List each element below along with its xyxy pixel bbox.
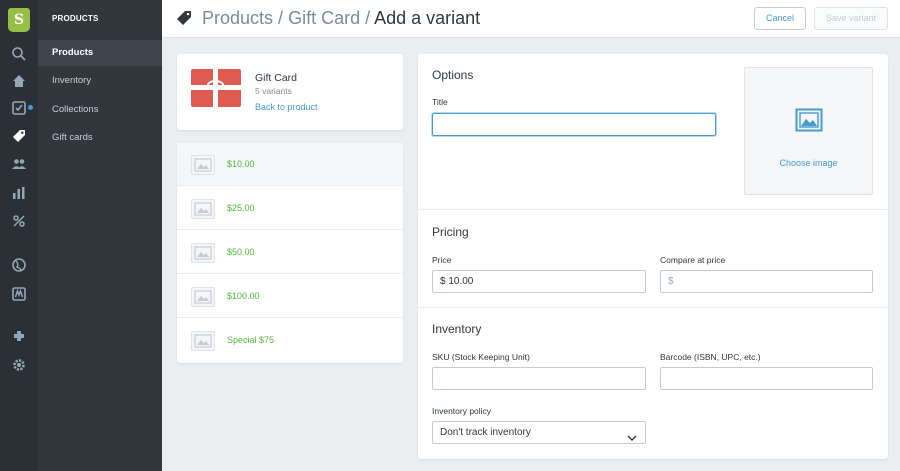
barcode-label: Barcode (ISBN, UPC, etc.) <box>660 352 761 362</box>
image-placeholder-icon <box>191 199 215 219</box>
image-placeholder-icon <box>191 331 215 351</box>
home-icon[interactable] <box>11 73 27 89</box>
variant-row[interactable]: $50.00 <box>177 231 403 274</box>
notification-dot <box>28 105 33 110</box>
breadcrumb-separator: / <box>273 8 289 28</box>
save-variant-button[interactable]: Save variant <box>814 7 888 30</box>
inventory-policy-label: Inventory policy <box>432 406 492 416</box>
options-heading: Options <box>432 68 474 82</box>
secondary-nav: PRODUCTS Products Inventory Collections … <box>38 0 162 471</box>
settings-icon[interactable] <box>11 357 27 373</box>
variant-label: $25.00 <box>227 203 255 213</box>
product-summary-card: Gift Card 5 variants Back to product <box>177 54 403 130</box>
variant-row[interactable]: $100.00 <box>177 275 403 318</box>
image-placeholder-icon <box>191 287 215 307</box>
variant-label: $100.00 <box>227 291 260 301</box>
product-name: Gift Card <box>255 72 298 84</box>
compare-at-price-label: Compare at price <box>660 255 726 265</box>
plugin-icon[interactable] <box>11 328 27 344</box>
compare-at-price-placeholder: $ <box>668 276 674 287</box>
reports-icon[interactable] <box>11 185 27 201</box>
search-icon[interactable] <box>11 46 27 62</box>
discounts-icon[interactable] <box>11 213 27 229</box>
back-to-product-link[interactable]: Back to product <box>255 102 318 112</box>
tag-icon <box>176 10 192 26</box>
barcode-input[interactable] <box>660 367 873 390</box>
variant-form-card: Options Title Choose image Pricing Price… <box>418 54 888 459</box>
gift-card-thumbnail <box>191 69 241 107</box>
customers-icon[interactable] <box>11 156 27 172</box>
page-header: Products / Gift Card / Add a variant Can… <box>162 0 900 38</box>
compare-at-price-input[interactable]: $ <box>660 270 873 293</box>
icon-rail: S <box>0 0 38 471</box>
variant-row[interactable]: Special $75 <box>177 319 403 362</box>
breadcrumb-separator: / <box>360 8 375 28</box>
image-placeholder-icon <box>191 155 215 175</box>
variant-label: $50.00 <box>227 247 255 257</box>
breadcrumb: Products / Gift Card / Add a variant <box>202 8 480 29</box>
globe-icon[interactable] <box>11 257 27 273</box>
orders-icon[interactable] <box>11 100 27 116</box>
shopify-logo-icon[interactable]: S <box>8 8 30 32</box>
inventory-policy-select[interactable]: Don't track inventory <box>432 421 646 444</box>
variants-list: $10.00 $25.00 $50.00 $100.00 Special $75 <box>177 143 403 363</box>
chevron-down-icon <box>627 429 637 441</box>
nav-item-collections[interactable]: Collections <box>38 97 162 123</box>
pricing-heading: Pricing <box>432 225 469 239</box>
variant-row[interactable]: $25.00 <box>177 187 403 230</box>
price-label: Price <box>432 255 452 265</box>
page-title: Add a variant <box>374 8 481 28</box>
apps-icon[interactable] <box>11 286 27 302</box>
nav-item-inventory[interactable]: Inventory <box>38 68 162 94</box>
nav-item-products[interactable]: Products <box>38 40 162 66</box>
section-divider <box>418 209 888 210</box>
breadcrumb-gift-card[interactable]: Gift Card <box>288 8 360 28</box>
sku-input[interactable] <box>432 367 646 390</box>
tag-icon[interactable] <box>11 128 27 144</box>
variant-label: Special $75 <box>227 335 275 345</box>
nav-item-gift-cards[interactable]: Gift cards <box>38 125 162 151</box>
variant-row[interactable]: $10.00 <box>177 143 403 186</box>
title-input[interactable] <box>432 113 716 136</box>
inventory-heading: Inventory <box>432 322 482 336</box>
cancel-button[interactable]: Cancel <box>754 7 806 30</box>
choose-image-dropzone[interactable]: Choose image <box>744 67 873 195</box>
choose-image-link[interactable]: Choose image <box>745 158 872 168</box>
section-divider <box>418 307 888 308</box>
image-icon <box>795 108 823 132</box>
nav-header: PRODUCTS <box>52 14 99 23</box>
image-placeholder-icon <box>191 243 215 263</box>
inventory-policy-value: Don't track inventory <box>440 427 531 438</box>
title-label: Title <box>432 97 448 107</box>
breadcrumb-products[interactable]: Products <box>202 8 273 28</box>
sku-label: SKU (Stock Keeping Unit) <box>432 352 530 362</box>
price-input[interactable]: $ 10.00 <box>432 270 646 293</box>
variant-label: $10.00 <box>227 159 255 169</box>
variant-count: 5 variants <box>255 86 292 96</box>
